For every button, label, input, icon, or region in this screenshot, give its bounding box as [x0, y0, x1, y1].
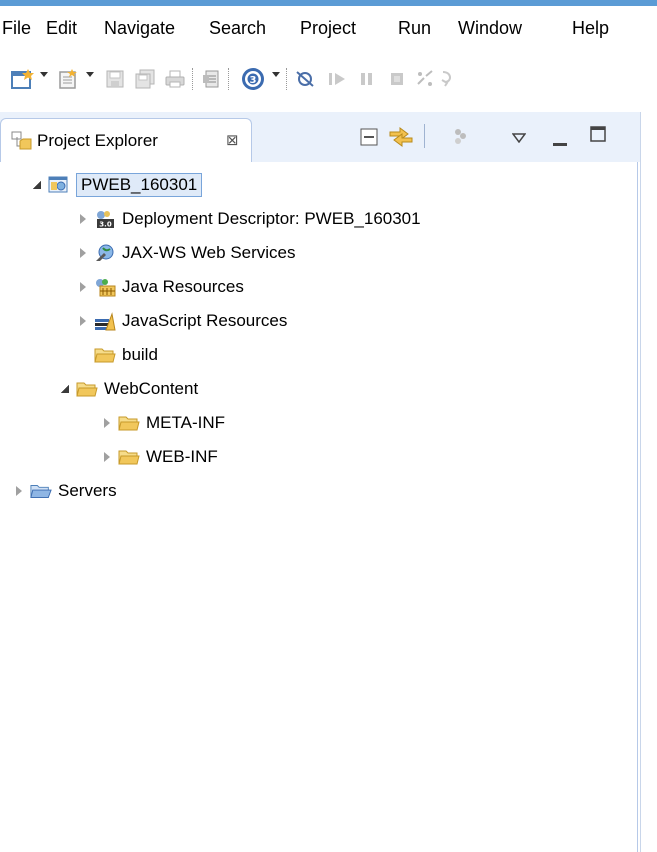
menu-window[interactable]: Window — [458, 18, 522, 39]
servers-folder-icon — [30, 481, 52, 501]
save-all-icon[interactable] — [134, 66, 156, 92]
project-tree: PWEB_160301 3.0 Deployment Descriptor: P… — [0, 162, 638, 852]
new-icon[interactable] — [56, 66, 80, 92]
publish-icon[interactable] — [200, 66, 222, 92]
tree-node-label: Java Resources — [122, 277, 244, 296]
tree-node-build[interactable]: build — [76, 342, 158, 368]
expand-toggle-icon[interactable] — [76, 280, 90, 294]
focus-icon[interactable] — [452, 126, 470, 151]
menu-help[interactable]: Help — [572, 18, 609, 39]
terminate-icon[interactable] — [386, 66, 408, 92]
tree-node-label: Servers — [58, 481, 117, 500]
java-resources-icon — [94, 277, 116, 297]
view-toolbar-separator — [424, 124, 425, 148]
project-explorer-view: Project Explorer ⊠ PWEB_160301 3.0 Deplo… — [0, 112, 640, 852]
tree-node-label: PWEB_160301 — [76, 173, 203, 197]
tree-node-webcontent[interactable]: WebContent — [58, 376, 198, 402]
tree-node-servers[interactable]: Servers — [12, 478, 117, 504]
tree-node-jax-ws[interactable]: JAX-WS Web Services — [76, 240, 296, 266]
minimize-icon[interactable] — [553, 134, 567, 152]
expand-toggle-icon[interactable] — [30, 178, 44, 192]
tree-node-label: WEB-INF — [146, 447, 218, 466]
folder-icon — [118, 413, 140, 433]
skip-breakpoints-icon[interactable] — [294, 66, 316, 92]
project-explorer-tab[interactable]: Project Explorer ⊠ — [0, 118, 252, 162]
view-title: Project Explorer — [37, 131, 158, 150]
save-icon[interactable] — [104, 66, 126, 92]
menu-bar: File Edit Navigate Search Project Run Wi… — [0, 6, 657, 52]
folder-icon — [76, 379, 98, 399]
menu-edit[interactable]: Edit — [46, 18, 77, 39]
menu-file[interactable]: File — [2, 18, 31, 39]
tree-node-web-inf[interactable]: WEB-INF — [100, 444, 218, 470]
new-wizard-dropdown-icon[interactable] — [40, 72, 48, 77]
web-project-icon — [48, 175, 70, 195]
expand-toggle-icon[interactable] — [76, 314, 90, 328]
tree-node-javascript-resources[interactable]: JavaScript Resources — [76, 308, 287, 334]
menu-project[interactable]: Project — [300, 18, 356, 39]
web-services-icon — [94, 243, 116, 263]
tree-node-label: JavaScript Resources — [122, 311, 288, 330]
collapse-all-icon[interactable] — [360, 128, 378, 151]
menu-run[interactable]: Run — [398, 18, 431, 39]
tree-node-label: WebContent — [104, 379, 199, 398]
tree-node-label: META-INF — [146, 413, 226, 432]
toolbar-separator — [228, 68, 229, 90]
tree-node-meta-inf[interactable]: META-INF — [100, 410, 225, 436]
folder-icon — [94, 345, 116, 365]
expand-toggle-icon[interactable] — [12, 484, 26, 498]
project-explorer-icon — [11, 131, 33, 156]
suspend-icon[interactable] — [356, 66, 378, 92]
expand-toggle-icon[interactable] — [100, 450, 114, 464]
expand-toggle-icon[interactable] — [76, 212, 90, 226]
expand-toggle-icon[interactable] — [100, 416, 114, 430]
step-into-icon[interactable] — [440, 66, 458, 92]
main-toolbar: 3 — [0, 52, 657, 112]
svg-text:3.0: 3.0 — [99, 221, 112, 229]
tree-node-project[interactable]: PWEB_160301 — [30, 172, 203, 198]
run-target-icon[interactable]: 3 — [240, 66, 266, 92]
menu-search[interactable]: Search — [209, 18, 266, 39]
folder-icon — [118, 447, 140, 467]
view-header: Project Explorer ⊠ — [0, 112, 640, 162]
no-children-spacer — [76, 348, 90, 362]
disconnect-icon[interactable] — [414, 66, 436, 92]
toolbar-separator — [286, 68, 287, 90]
expand-toggle-icon[interactable] — [76, 246, 90, 260]
close-icon[interactable]: ⊠ — [226, 131, 239, 149]
new-dropdown-icon[interactable] — [86, 72, 94, 77]
new-wizard-icon[interactable] — [10, 66, 36, 92]
tree-node-label: JAX-WS Web Services — [122, 243, 296, 262]
expand-toggle-icon[interactable] — [58, 382, 72, 396]
tree-node-java-resources[interactable]: Java Resources — [76, 274, 244, 300]
run-target-dropdown-icon[interactable] — [272, 72, 280, 77]
tree-node-label: Deployment Descriptor: PWEB_160301 — [122, 209, 421, 228]
deployment-descriptor-icon: 3.0 — [94, 209, 116, 229]
print-icon[interactable] — [164, 66, 186, 92]
toolbar-separator — [192, 68, 193, 90]
javascript-resources-icon — [94, 311, 116, 331]
resume-icon[interactable] — [326, 66, 348, 92]
link-with-editor-icon[interactable] — [388, 124, 414, 153]
tree-node-deployment-descriptor[interactable]: 3.0 Deployment Descriptor: PWEB_160301 — [76, 206, 421, 232]
maximize-icon[interactable] — [590, 126, 606, 147]
tree-node-label: build — [122, 345, 158, 364]
view-menu-icon[interactable] — [511, 130, 527, 148]
svg-text:3: 3 — [250, 75, 257, 86]
editor-area-edge — [640, 112, 657, 852]
menu-navigate[interactable]: Navigate — [104, 18, 175, 39]
